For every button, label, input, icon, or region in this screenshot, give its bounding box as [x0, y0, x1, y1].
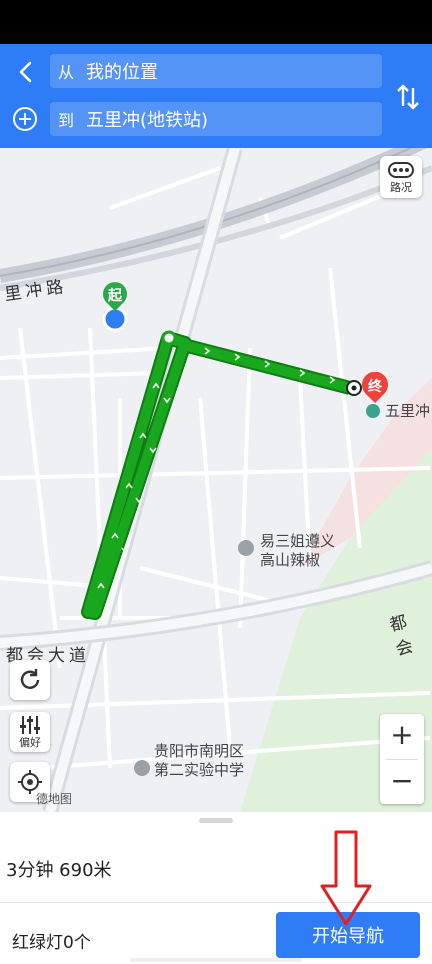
poi-school-label: 贵阳市南明区 第二实验中学 [154, 742, 245, 779]
sheet-handle[interactable] [199, 818, 233, 823]
route-summary-sheet: 3分钟 690米 红绿灯0个 开始导航 [0, 812, 432, 964]
zoom-out-button[interactable]: − [380, 760, 424, 804]
route-header: 从 我的位置 到 五里冲(地铁站) [0, 44, 432, 148]
origin-prefix: 从 [58, 63, 75, 82]
annotation-arrow-icon [320, 830, 372, 926]
traffic-label: 路况 [390, 181, 412, 194]
status-bar [0, 0, 432, 44]
poi-destination-label: 五里冲 [385, 402, 431, 420]
swap-icon[interactable] [394, 82, 422, 112]
end-marker: 终 [360, 371, 390, 404]
origin-field[interactable]: 从 我的位置 [50, 54, 382, 88]
destination-prefix: 到 [58, 111, 75, 130]
restaurant-icon [238, 540, 254, 556]
traffic-lights-count: 红绿灯0个 [12, 933, 91, 953]
start-marker: 起 [101, 282, 129, 312]
preference-button[interactable]: 偏好 [10, 712, 50, 752]
preference-label: 偏好 [19, 736, 41, 749]
route-summary-text: 3分钟 690米 [6, 860, 112, 881]
add-waypoint-icon[interactable] [12, 106, 38, 132]
school-icon [134, 760, 150, 776]
destination-field[interactable]: 到 五里冲(地铁站) [50, 102, 382, 136]
refresh-button[interactable] [10, 660, 50, 700]
zoom-control: + − [380, 714, 424, 804]
subway-icon [366, 404, 380, 418]
zoom-in-button[interactable]: + [380, 714, 424, 758]
map-brand-text: 德地图 [36, 792, 73, 806]
start-marker-label: 起 [108, 288, 122, 304]
refresh-icon [20, 669, 40, 689]
origin-value: 我的位置 [86, 62, 158, 83]
home-indicator [130, 958, 302, 962]
traffic-toggle-button[interactable]: 路况 [380, 156, 422, 198]
end-marker-label: 终 [368, 379, 382, 395]
map-canvas [0, 148, 432, 812]
destination-value: 五里冲(地铁站) [86, 110, 209, 131]
back-arrow-icon[interactable] [14, 58, 38, 86]
poi-restaurant-label: 易三姐遵义 高山辣椒 [260, 532, 336, 569]
traffic-icon [388, 162, 414, 178]
map-view[interactable]: 起 终 里冲路 都会大道 都会 五里冲 易三姐遵义 高山辣椒 贵阳市南明区 第二… [0, 148, 432, 812]
